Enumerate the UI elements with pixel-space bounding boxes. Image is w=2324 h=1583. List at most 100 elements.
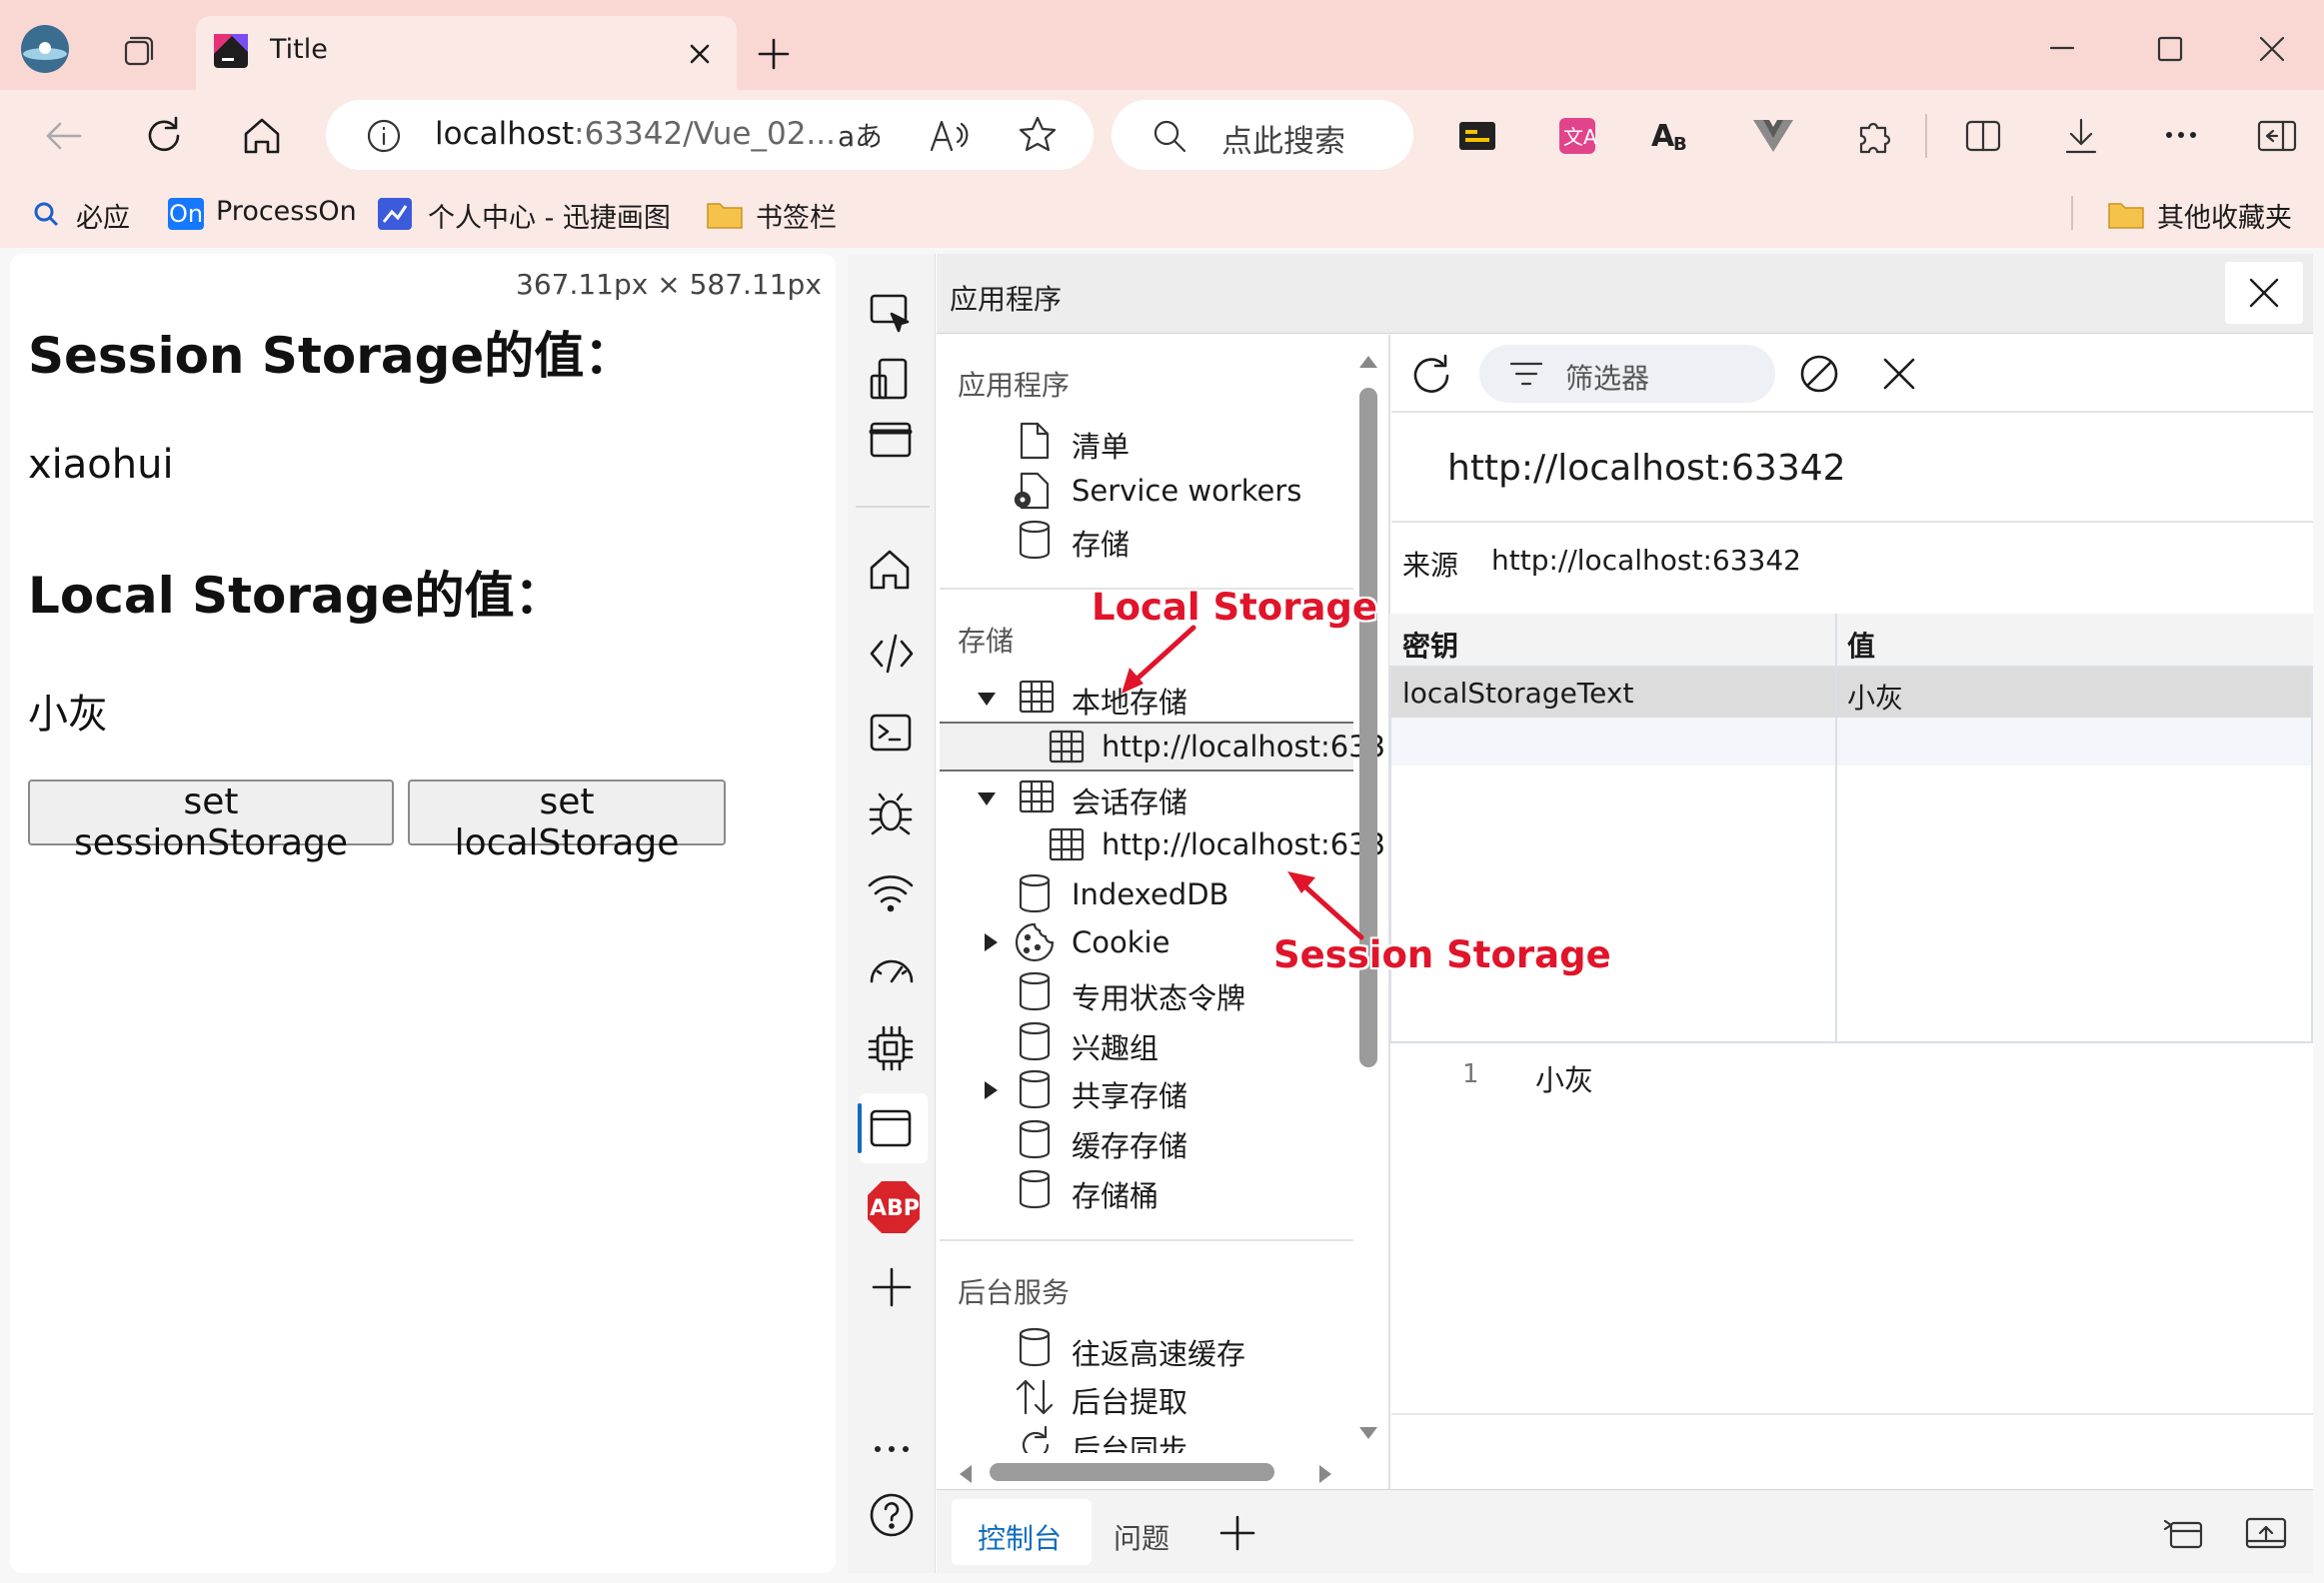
tree-shared-storage[interactable]: 共享存储 [1072,1073,1187,1115]
refresh-icon[interactable] [142,114,186,158]
tree-session-storage-origin[interactable]: http://localhost:633 [1102,827,1385,861]
annotation-arrow-session [1287,871,1364,940]
new-tab-icon[interactable] [756,36,792,72]
selected-indicator [858,1103,862,1153]
folder-icon [2107,198,2145,230]
site-info-icon[interactable] [364,116,404,156]
downloads-icon[interactable] [2059,114,2103,158]
sources-bug-icon[interactable] [866,788,918,839]
tree-app-storage[interactable]: 存储 [1072,522,1130,564]
scroll-right-arrow-icon[interactable] [1315,1463,1335,1485]
grid-column-divider[interactable] [1835,614,1837,1043]
horizontal-scrollbar-thumb[interactable] [990,1463,1274,1481]
preview-line-number: 1 [1462,1059,1479,1089]
filter-placeholder: 筛选器 [1565,362,1650,395]
panel-layout-icon[interactable] [866,416,918,468]
tab-close-icon[interactable] [686,40,714,68]
tree-cache-storage[interactable]: 缓存存储 [1072,1123,1187,1165]
cell-value[interactable]: 小灰 [1847,677,1903,717]
tree-background-sync[interactable]: 后台同步 [1072,1427,1187,1453]
svg-text:文A: 文A [1563,125,1597,149]
device-emulation-icon[interactable] [866,354,918,406]
bookmark-bing[interactable]: 必应 [76,196,130,235]
extensions-icon[interactable] [1851,114,1895,158]
cell-key[interactable]: localStorageText [1402,677,1633,710]
collapse-arrow-icon[interactable] [980,1079,1002,1101]
tree-local-storage-origin[interactable]: http://localhost:633 [1102,730,1385,764]
add-tool-icon[interactable] [866,1261,918,1313]
tree-private-state-tokens[interactable]: 专用状态令牌 [1072,975,1245,1017]
column-header-value[interactable]: 值 [1847,625,1875,665]
maximize-icon[interactable] [2153,32,2187,66]
column-header-key[interactable]: 密钥 [1402,625,1458,665]
add-drawer-tab-icon[interactable] [1217,1513,1257,1553]
tree-storage-buckets[interactable]: 存储桶 [1072,1173,1159,1215]
tree-back-forward-cache[interactable]: 往返高速缓存 [1072,1331,1245,1373]
console-icon[interactable] [866,708,918,760]
tree-service-workers[interactable]: Service workers [1072,474,1301,508]
scroll-left-arrow-icon[interactable] [956,1463,976,1485]
network-wifi-icon[interactable] [866,867,918,919]
more-options-icon[interactable] [2159,120,2203,150]
minimize-icon[interactable] [2045,40,2079,60]
origin-title: http://localhost:63342 [1447,448,1846,489]
expand-arrow-icon[interactable] [976,688,998,710]
more-tools-icon[interactable] [866,1423,918,1475]
bing-search-icon [32,200,60,228]
scroll-down-arrow-icon[interactable] [1357,1423,1379,1443]
bookmark-processon[interactable]: ProcessOn [216,196,357,227]
help-icon[interactable] [866,1489,918,1541]
scroll-up-arrow-icon[interactable] [1357,352,1379,372]
tab-actions-icon[interactable] [118,32,158,72]
refresh-storage-icon[interactable] [1407,350,1455,398]
bookmark-divider [2071,196,2073,230]
close-panel-button[interactable] [2225,262,2303,324]
welcome-home-icon[interactable] [866,546,918,598]
file-icon [1018,422,1052,460]
performance-gauge-icon[interactable] [866,943,918,995]
service-worker-icon [1012,472,1052,512]
table-grid-icon [1018,678,1056,716]
annotation-arrow-local [1122,625,1196,694]
expand-arrow-icon[interactable] [976,788,998,809]
bookmark-other-favorites[interactable]: 其他收藏夹 [2157,196,2292,235]
search-placeholder: 点此搜索 [1221,124,1345,160]
home-icon[interactable] [240,114,284,158]
set-local-storage-button[interactable]: set localStorage [408,780,726,863]
svg-text:aあ: aあ [838,120,880,153]
read-aloud-icon[interactable] [928,114,972,158]
favorite-star-icon[interactable] [1016,114,1060,158]
set-session-storage-button[interactable]: set sessionStorage [28,780,394,863]
inspect-element-icon[interactable] [866,288,918,340]
bookmark-folder-bar[interactable]: 书签栏 [756,196,837,235]
drawer-tab-issues[interactable]: 问题 [1114,1517,1169,1557]
split-screen-icon[interactable] [1961,114,2005,158]
tree-manifest[interactable]: 清单 [1072,424,1130,466]
tree-interest-groups[interactable]: 兴趣组 [1072,1025,1159,1067]
immersive-reader-icon[interactable]: AB [1651,114,1695,158]
svg-text:A: A [1651,119,1675,154]
vue-devtools-icon[interactable] [1751,118,1795,154]
tree-background-fetch[interactable]: 后台提取 [1072,1379,1187,1421]
profile-avatar[interactable] [20,24,70,74]
tree-cookie[interactable]: Cookie [1072,925,1169,959]
dock-side-icon[interactable] [2161,1513,2207,1553]
window-close-icon[interactable] [2255,32,2289,66]
translate-text-icon[interactable]: aあ [836,116,880,156]
elements-code-icon[interactable] [866,628,918,680]
tree-indexeddb[interactable]: IndexedDB [1072,877,1228,911]
adblock-plus-icon[interactable]: ABP [866,1179,922,1235]
extension-translate-icon[interactable]: 文A [1557,116,1597,156]
collapse-arrow-icon[interactable] [980,931,1002,953]
table-row-empty[interactable] [1391,718,2311,766]
delete-selected-icon[interactable] [1879,354,1919,394]
tree-session-storage[interactable]: 会话存储 [1072,780,1187,821]
memory-chip-icon[interactable] [866,1023,918,1075]
back-icon[interactable] [42,116,86,156]
extension-terminal-icon[interactable] [1457,118,1497,154]
clear-all-icon[interactable] [1797,352,1841,396]
sidebar-toggle-icon[interactable] [2255,116,2299,156]
address-url[interactable]: localhost:63342/Vue_02... [435,116,836,152]
bookmark-xunjie[interactable]: 个人中心 - 迅捷画图 [428,196,671,235]
undock-drawer-icon[interactable] [2243,1513,2289,1553]
